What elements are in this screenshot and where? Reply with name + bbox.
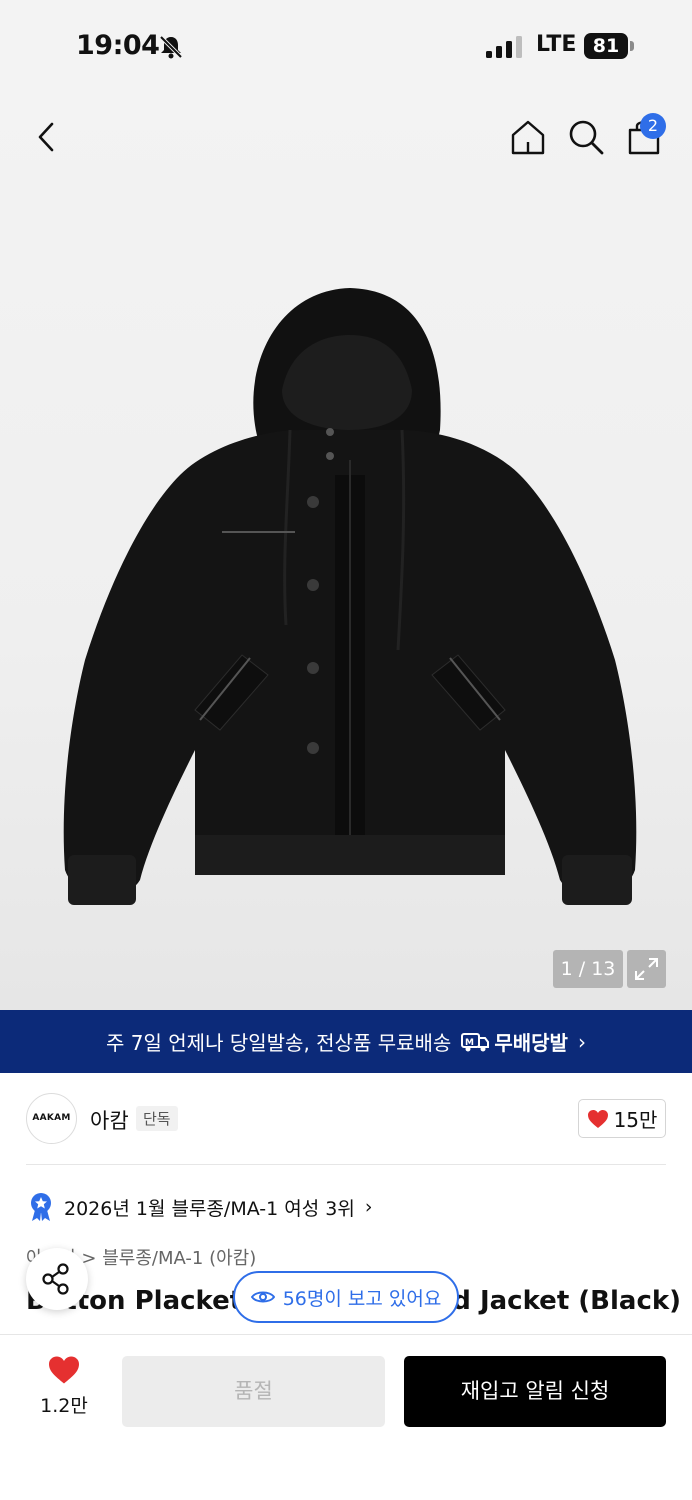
viewers-count-pill: 56명이 보고 있어요	[233, 1271, 459, 1323]
bottom-action-bar: 1.2만 품절 재입고 알림 신청	[0, 1334, 692, 1500]
exclusive-tag: 단독	[136, 1106, 178, 1131]
share-button[interactable]	[26, 1248, 88, 1310]
product-image	[63, 288, 637, 905]
banner-text: 주 7일 언제나 당일발송, 전상품 무료배송	[106, 1031, 452, 1055]
status-time: 19:04	[76, 30, 160, 61]
battery-indicator: 81	[584, 33, 628, 59]
truck-icon: M	[461, 1032, 490, 1051]
bell-muted-icon	[159, 35, 183, 59]
back-icon[interactable]	[30, 120, 64, 154]
section-divider	[26, 1164, 666, 1165]
svg-text:M: M	[465, 1038, 474, 1048]
home-icon[interactable]	[508, 117, 548, 157]
brand-logo[interactable]: AAKAM	[26, 1093, 77, 1144]
brand-row: AAKAM 아캄 단독 15만	[26, 1093, 666, 1145]
wishlist-button[interactable]: 1.2만	[38, 1355, 90, 1418]
chevron-right-icon: ›	[577, 1029, 586, 1054]
chevron-right-icon: ›	[364, 1196, 373, 1218]
battery-tip	[630, 41, 634, 51]
free-shipping-logo: M 무배당발	[461, 1027, 568, 1056]
viewers-text: 56명이 보고 있어요	[282, 1287, 442, 1310]
status-bar: 19:04 LTE 81	[0, 0, 692, 95]
brand-name[interactable]: 아캄	[90, 1105, 129, 1135]
brand-like-button[interactable]: 15만	[578, 1099, 666, 1138]
search-icon[interactable]	[566, 117, 606, 157]
soldout-button: 품절	[122, 1356, 385, 1427]
ranking-medal-icon	[31, 1193, 51, 1221]
image-pager: 1 / 13	[553, 950, 623, 988]
wishlist-count: 1.2만	[40, 1395, 88, 1417]
restock-alert-button[interactable]: 재입고 알림 신청	[404, 1356, 666, 1427]
heart-icon	[49, 1356, 79, 1384]
ranking-text: 2026년 1월 블루종/MA-1 여성 3위	[64, 1197, 355, 1220]
delivery-banner[interactable]: 주 7일 언제나 당일발송, 전상품 무료배송 M 무배당발 ›	[0, 1010, 692, 1073]
network-label: LTE	[536, 32, 577, 57]
banner-logo-text: 무배당발	[494, 1031, 568, 1055]
product-image-gallery[interactable]: 2 1 / 13	[0, 95, 692, 1010]
heart-icon	[587, 1109, 608, 1128]
brand-like-count: 15만	[613, 1108, 658, 1132]
eye-icon	[250, 1291, 275, 1303]
share-icon	[42, 1263, 69, 1295]
ranking-link[interactable]: 2026년 1월 블루종/MA-1 여성 3위 ›	[28, 1192, 372, 1222]
cart-count-badge: 2	[640, 113, 666, 139]
signal-icon	[486, 36, 522, 58]
expand-icon[interactable]	[627, 950, 666, 988]
